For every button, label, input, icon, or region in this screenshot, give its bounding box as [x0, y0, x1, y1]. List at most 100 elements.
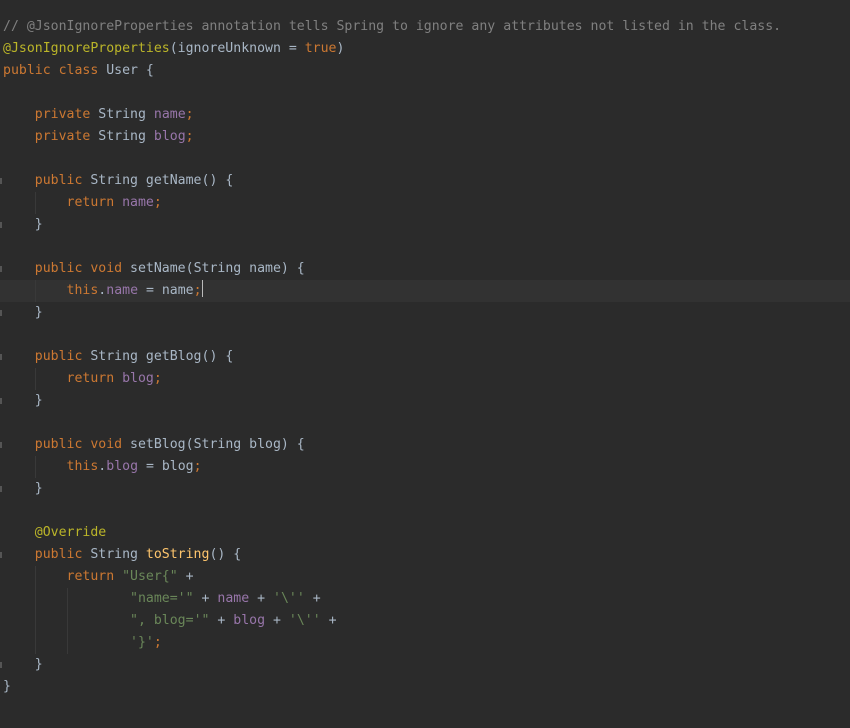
indent-guide	[35, 456, 36, 478]
code-token: // @JsonIgnoreProperties annotation tell…	[3, 19, 782, 34]
code-token: private	[34, 107, 99, 122]
code-token: String	[90, 349, 146, 364]
code-line[interactable]: '}';	[0, 632, 850, 654]
code-token: setName	[130, 261, 186, 276]
code-line[interactable]: }	[0, 302, 850, 324]
code-line[interactable]: return "User{" +	[0, 566, 850, 588]
indent-guide	[35, 280, 36, 302]
fold-marker-icon[interactable]	[0, 222, 2, 228]
code-token: (ignoreUnknown =	[169, 41, 305, 56]
code-line[interactable]: public class User {	[0, 60, 850, 82]
code-token: +	[304, 591, 321, 606]
indent-guide	[35, 610, 36, 632]
code-line[interactable]: ", blog='" + blog + '\'' +	[0, 610, 850, 632]
fold-marker-icon[interactable]	[0, 266, 2, 272]
indent-guide	[67, 632, 68, 654]
code-line[interactable]: public void setName(String name) {	[0, 258, 850, 280]
code-token: public void	[34, 261, 131, 276]
code-line[interactable]	[0, 236, 850, 258]
code-line[interactable]	[0, 324, 850, 346]
fold-marker-icon[interactable]	[0, 178, 2, 184]
code-token: blog	[122, 371, 154, 386]
fold-marker-icon[interactable]	[0, 310, 2, 316]
code-line[interactable]: this.blog = blog;	[0, 456, 850, 478]
fold-marker-icon[interactable]	[0, 486, 2, 492]
code-editor[interactable]: // @JsonIgnoreProperties annotation tell…	[0, 16, 850, 698]
code-token: +	[265, 613, 289, 628]
code-line[interactable]: public String toString() {	[0, 544, 850, 566]
code-token: private	[34, 129, 99, 144]
code-token: }	[3, 305, 43, 320]
code-line[interactable]	[0, 412, 850, 434]
code-token: "User{"	[122, 569, 178, 584]
code-token: @Override	[34, 525, 107, 540]
code-token: ", blog='"	[130, 613, 210, 628]
code-token: ;	[193, 283, 202, 298]
fold-marker-icon[interactable]	[0, 398, 2, 404]
code-token: String	[90, 173, 146, 188]
code-line[interactable]: return name;	[0, 192, 850, 214]
code-line[interactable]: }	[0, 654, 850, 676]
code-token: name	[122, 195, 154, 210]
code-token: ;	[185, 107, 194, 122]
code-token: blog	[106, 459, 139, 474]
code-token: }	[3, 679, 11, 694]
code-token: = blog	[138, 459, 194, 474]
code-token: String	[98, 129, 154, 144]
code-token: "name='"	[130, 591, 194, 606]
code-token: name	[153, 107, 186, 122]
code-line[interactable]: public void setBlog(String blog) {	[0, 434, 850, 456]
code-line[interactable]: public String getName() {	[0, 170, 850, 192]
code-token: return	[66, 569, 123, 584]
code-line[interactable]: }	[0, 214, 850, 236]
code-token: = name	[138, 283, 194, 298]
code-token: '\''	[273, 591, 305, 606]
code-line[interactable]: }	[0, 390, 850, 412]
fold-marker-icon[interactable]	[0, 354, 2, 360]
code-line[interactable]: public String getBlog() {	[0, 346, 850, 368]
code-token: User {	[106, 63, 154, 78]
code-token: public	[34, 547, 91, 562]
code-token: ;	[153, 195, 162, 210]
code-line[interactable]: return blog;	[0, 368, 850, 390]
code-line[interactable]	[0, 148, 850, 170]
code-line[interactable]: }	[0, 478, 850, 500]
code-line[interactable]: "name='" + name + '\'' +	[0, 588, 850, 610]
code-token: (String name) {	[185, 261, 305, 276]
code-token: )	[336, 41, 345, 56]
code-token: }	[3, 657, 43, 672]
code-line[interactable]: // @JsonIgnoreProperties annotation tell…	[0, 16, 850, 38]
code-token: return	[66, 371, 123, 386]
code-token: public void	[34, 437, 131, 452]
code-token: String	[90, 547, 146, 562]
code-line[interactable]: this.name = name;	[0, 280, 850, 302]
code-token: +	[209, 613, 234, 628]
code-token: +	[177, 569, 194, 584]
fold-marker-icon[interactable]	[0, 662, 2, 668]
code-token: () {	[209, 547, 242, 562]
code-line[interactable]: private String blog;	[0, 126, 850, 148]
indent-guide	[35, 566, 36, 588]
indent-guide	[67, 588, 68, 610]
code-line[interactable]: }	[0, 676, 850, 698]
code-line[interactable]	[0, 82, 850, 104]
code-token: public class	[3, 63, 107, 78]
code-line[interactable]: @Override	[0, 522, 850, 544]
code-token: blog	[233, 613, 266, 628]
code-line[interactable]	[0, 500, 850, 522]
code-token: name	[106, 283, 139, 298]
code-token: '}'	[130, 635, 154, 650]
fold-marker-icon[interactable]	[0, 442, 2, 448]
code-token: +	[193, 591, 218, 606]
code-token: getName	[145, 173, 202, 188]
code-line[interactable]: @JsonIgnoreProperties(ignoreUnknown = tr…	[0, 38, 850, 60]
code-token: }	[3, 481, 43, 496]
code-token: this	[66, 283, 99, 298]
code-token: }	[3, 393, 43, 408]
fold-marker-icon[interactable]	[0, 552, 2, 558]
code-line[interactable]: private String name;	[0, 104, 850, 126]
code-token: public	[34, 349, 91, 364]
code-token: return	[66, 195, 123, 210]
